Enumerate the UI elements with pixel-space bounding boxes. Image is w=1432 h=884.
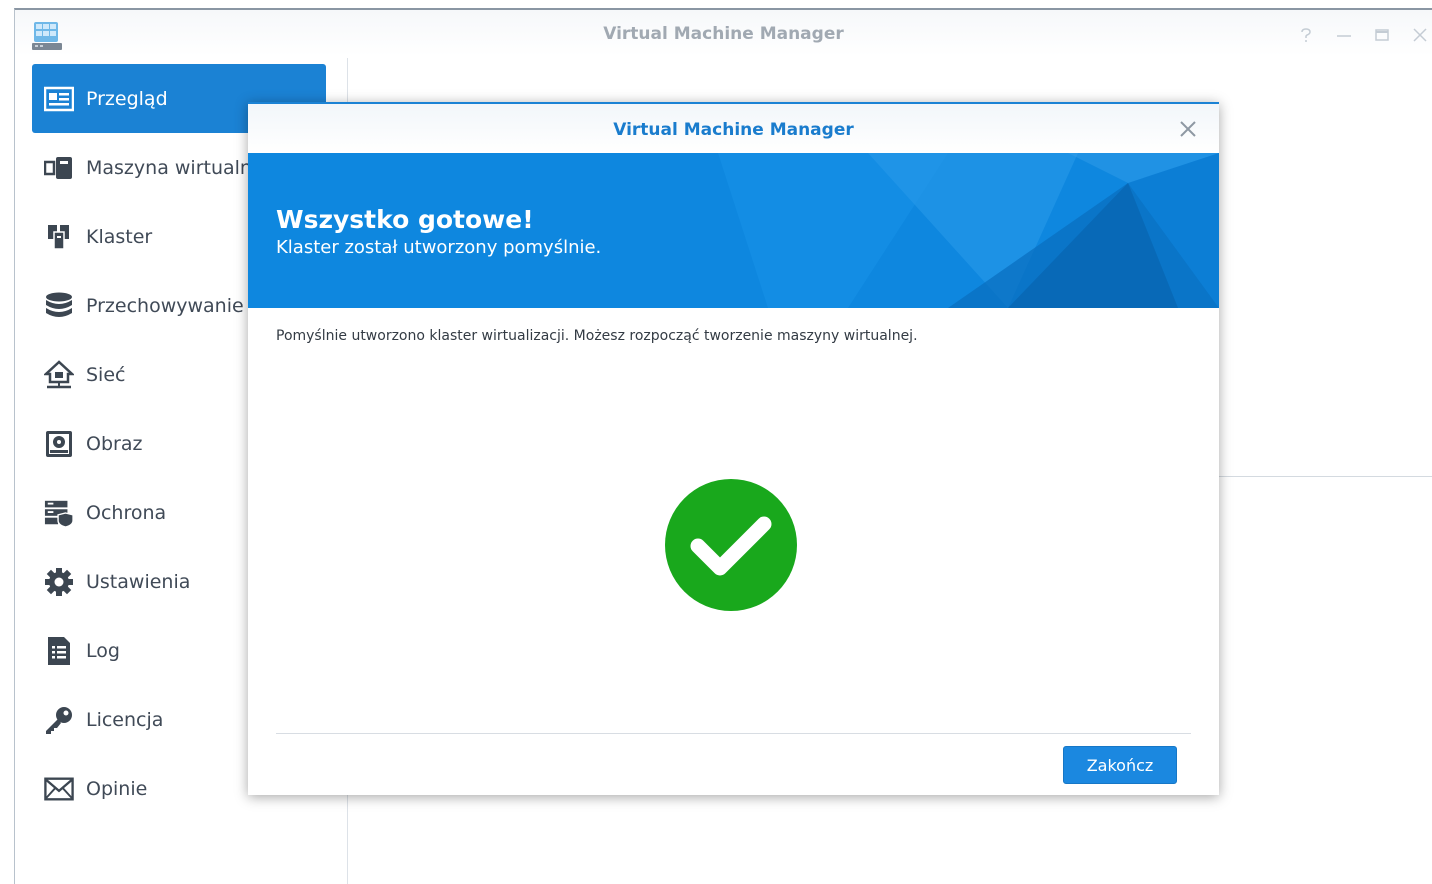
sidebar-item-label: Licencja [86, 708, 164, 731]
finish-button[interactable]: Zakończ [1063, 746, 1177, 784]
license-key-icon [44, 705, 74, 735]
window-controls [1294, 24, 1432, 46]
settings-icon [44, 567, 74, 597]
storage-icon [44, 291, 74, 321]
sidebar-item-label: Maszyna wirtualna [86, 156, 264, 179]
dialog-banner: Wszystko gotowe! Klaster został utworzon… [248, 153, 1219, 308]
success-check-icon [665, 479, 797, 611]
dialog-footer-divider [276, 733, 1191, 734]
dialog-message: Pomyślnie utworzono klaster wirtualizacj… [276, 328, 918, 344]
dialog-title: Virtual Machine Manager [613, 120, 854, 140]
protection-icon [44, 498, 74, 528]
sidebar-item-label: Przegląd [86, 87, 168, 110]
sidebar-item-label: Sieć [86, 363, 126, 386]
banner-subheading: Klaster został utworzony pomyślnie. [276, 237, 602, 258]
app-title: Virtual Machine Manager [603, 24, 844, 44]
sidebar-item-label: Log [86, 639, 120, 662]
feedback-mail-icon [44, 774, 74, 804]
cluster-created-dialog: Virtual Machine Manager Wszystko gotowe!… [248, 102, 1219, 795]
content-divider [1219, 476, 1432, 477]
close-icon[interactable] [1408, 24, 1432, 46]
maximize-icon[interactable] [1370, 24, 1394, 46]
sidebar-item-label: Obraz [86, 432, 143, 455]
window-titlebar[interactable]: Virtual Machine Manager [15, 10, 1432, 56]
sidebar-item-label: Opinie [86, 777, 148, 800]
help-icon[interactable] [1294, 24, 1318, 46]
overview-icon [44, 84, 74, 114]
sidebar-item-label: Ustawienia [86, 570, 191, 593]
network-icon [44, 359, 74, 390]
log-icon [44, 636, 74, 666]
sidebar-item-label: Klaster [86, 225, 153, 248]
dialog-titlebar[interactable]: Virtual Machine Manager [248, 104, 1219, 153]
sidebar-item-label: Przechowywanie [86, 294, 244, 317]
close-icon[interactable] [1177, 118, 1199, 140]
image-icon [44, 429, 74, 459]
sidebar-item-label: Ochrona [86, 501, 167, 524]
cluster-icon [44, 222, 74, 252]
minimize-icon[interactable] [1332, 24, 1356, 46]
banner-heading: Wszystko gotowe! [276, 205, 534, 234]
virtual-machine-icon [44, 153, 74, 183]
